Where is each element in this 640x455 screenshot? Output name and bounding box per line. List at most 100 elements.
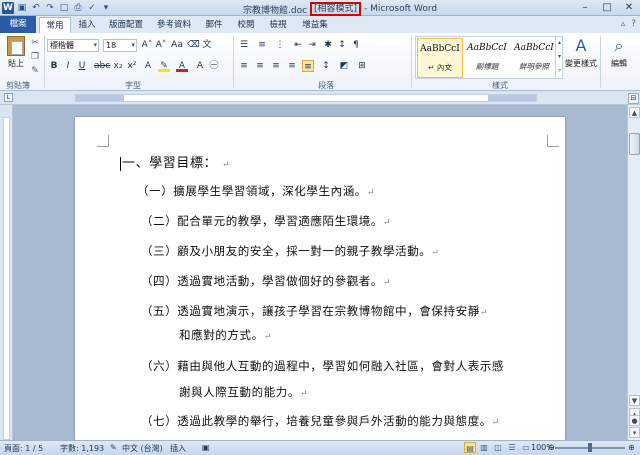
text-effects-icon[interactable]: A xyxy=(142,60,154,72)
word-count[interactable]: 字數: 1,193 xyxy=(60,443,104,454)
doc-line[interactable]: （五）透過實地演示，讓孩子學習在宗教博物館中，會保持安靜↵ xyxy=(141,303,488,319)
style-subtitle[interactable]: AaBbCcI 副標題 xyxy=(464,38,510,78)
page-count[interactable]: 頁面: 1 / 5 xyxy=(4,443,43,454)
tab-mailings[interactable]: 郵件 xyxy=(200,17,228,33)
editing-button[interactable]: ⌕ 編輯 xyxy=(604,36,634,69)
vertical-scrollbar[interactable]: ▲ ▼ ▴ ● ▾ xyxy=(627,105,640,440)
shading-icon[interactable]: ◩ xyxy=(338,60,350,72)
format-painter-icon[interactable]: ✎ xyxy=(29,66,41,77)
word-app-icon[interactable]: W xyxy=(2,2,14,14)
page[interactable]: 一、學習目標： ↵ （一）擴展學生學習領域，深化學生內涵。↵ （二）配合單元的教… xyxy=(75,117,565,440)
outline-view-icon[interactable]: ☰ xyxy=(506,442,518,453)
styles-scroll[interactable]: ▴ ▾ ▿ xyxy=(555,36,563,79)
zoom-slider-thumb[interactable] xyxy=(588,443,592,452)
zoom-out-icon[interactable]: ⊖ xyxy=(548,443,555,452)
insert-mode[interactable]: 插入 xyxy=(170,443,186,454)
zoom-in-icon[interactable]: ⊕ xyxy=(628,443,635,452)
borders-icon[interactable]: ⊞ xyxy=(356,60,368,72)
highlight-icon[interactable]: ✎ xyxy=(158,60,170,72)
save-icon[interactable]: ▣ xyxy=(16,2,28,14)
tab-references[interactable]: 參考資料 xyxy=(152,17,196,33)
scroll-thumb[interactable] xyxy=(629,133,640,155)
customize-qat-icon[interactable]: ▾ xyxy=(100,2,112,14)
doc-line-continuation[interactable]: 和應對的方式。↵ xyxy=(179,327,272,343)
increase-indent-icon[interactable]: ⇥ xyxy=(306,39,318,51)
numbering-icon[interactable]: ≡ xyxy=(256,39,268,51)
paste-button[interactable]: 貼上 xyxy=(5,36,27,74)
align-center-icon[interactable]: ≡ xyxy=(254,60,266,72)
copy-icon[interactable]: ❐ xyxy=(29,52,41,63)
grow-font-icon[interactable]: A˄ xyxy=(141,39,153,51)
minimize-ribbon-icon[interactable]: ▵ xyxy=(621,19,626,29)
web-layout-icon[interactable]: ◫ xyxy=(492,442,504,453)
print-layout-icon[interactable]: ▤ xyxy=(464,442,476,453)
superscript-icon[interactable]: x² xyxy=(126,60,138,72)
view-ruler-toggle[interactable]: ⊟ xyxy=(628,93,639,104)
decrease-indent-icon[interactable]: ⇤ xyxy=(292,39,304,51)
show-formatting-icon[interactable]: ¶ xyxy=(350,39,362,51)
doc-line[interactable]: （二）配合單元的教學，學習適應陌生環境。↵ xyxy=(141,213,391,229)
browse-object-icon[interactable]: ● xyxy=(629,415,640,426)
font-name-select[interactable]: 標楷體 ▾ xyxy=(47,39,99,52)
help-icon[interactable]: ? xyxy=(631,19,636,29)
redo-icon[interactable]: ↷ xyxy=(44,2,56,14)
distributed-icon[interactable]: ≡ xyxy=(302,60,314,72)
undo-icon[interactable]: ↶ xyxy=(30,2,42,14)
print-preview-icon[interactable]: ⎙ xyxy=(72,2,84,14)
align-right-icon[interactable]: ≡ xyxy=(270,60,282,72)
align-left-icon[interactable]: ≡ xyxy=(238,60,250,72)
scroll-down-icon[interactable]: ▼ xyxy=(629,395,640,406)
tab-file[interactable]: 檔案 xyxy=(0,16,36,33)
spell-check-icon[interactable]: ✓ xyxy=(86,2,98,14)
full-screen-reading-icon[interactable]: ▥ xyxy=(478,442,490,453)
doc-line[interactable]: （三）顧及小朋友的安全，採一對一的親子教學活動。↵ xyxy=(141,243,440,259)
doc-line[interactable]: （一）擴展學生學習領域，深化學生內涵。↵ xyxy=(137,183,375,199)
macro-record-icon[interactable]: ▣ xyxy=(202,443,210,452)
style-intense-reference[interactable]: AaBbCcI 鮮明參照 xyxy=(511,38,557,78)
line-spacing-icon[interactable]: ↕ xyxy=(320,60,332,72)
bullets-icon[interactable]: ☰ xyxy=(238,39,250,51)
italic-icon[interactable]: I xyxy=(62,60,74,72)
tab-addins[interactable]: 增益集 xyxy=(296,17,334,33)
change-case-icon[interactable]: Aa xyxy=(171,39,183,51)
zoom-slider[interactable] xyxy=(555,443,625,452)
clear-formatting-icon[interactable]: ⌫ xyxy=(187,39,200,51)
change-styles-button[interactable]: A 變更樣式 xyxy=(564,36,598,69)
tab-review[interactable]: 校閱 xyxy=(232,17,260,33)
scroll-up-icon[interactable]: ▲ xyxy=(629,107,640,118)
maximize-button[interactable]: □ xyxy=(596,0,618,15)
cut-icon[interactable]: ✂ xyxy=(29,38,41,49)
tab-view[interactable]: 檢視 xyxy=(264,17,292,33)
subscript-icon[interactable]: x₂ xyxy=(112,60,124,72)
character-shading-icon[interactable]: A xyxy=(194,60,206,72)
underline-icon[interactable]: U xyxy=(76,60,88,72)
tab-page-layout[interactable]: 版面配置 xyxy=(104,17,148,33)
doc-line-continuation[interactable]: 謝與人際互動的能力。↵ xyxy=(179,384,308,400)
font-size-select[interactable]: 18 ▾ xyxy=(103,39,137,52)
close-button[interactable]: ✕ xyxy=(618,0,640,15)
doc-heading[interactable]: 一、學習目標： ↵ xyxy=(120,152,230,171)
justify-icon[interactable]: ≡ xyxy=(286,60,298,72)
chinese-layout-icon[interactable]: ✱ xyxy=(322,39,334,51)
minimize-button[interactable]: – xyxy=(574,0,596,15)
next-page-icon[interactable]: ▾ xyxy=(629,427,640,438)
tab-insert[interactable]: 插入 xyxy=(73,17,101,33)
document-area[interactable]: 一、學習目標： ↵ （一）擴展學生學習領域，深化學生內涵。↵ （二）配合單元的教… xyxy=(13,105,627,440)
doc-line[interactable]: （六）藉由與他人互動的過程中，學習如何融入社區，會對人表示感 xyxy=(141,358,504,374)
sort-icon[interactable]: ↕ xyxy=(336,39,348,51)
multilevel-list-icon[interactable]: ⋮ xyxy=(274,39,286,51)
new-document-icon[interactable]: □ xyxy=(58,2,70,14)
font-color-icon[interactable]: A xyxy=(176,60,188,72)
strikethrough-icon[interactable]: abc xyxy=(94,60,110,72)
doc-line[interactable]: （七）透過此教學的舉行，培養兒童參與戶外活動的能力與態度。↵ xyxy=(141,413,500,429)
phonetic-guide-icon[interactable]: 文 xyxy=(201,39,213,51)
ruler-track[interactable] xyxy=(75,94,537,102)
enclose-characters-icon[interactable]: ㊀ xyxy=(208,60,220,72)
style-normal[interactable]: AaBbCcI ↵ 內文 xyxy=(417,38,463,78)
doc-line[interactable]: （四）透過實地活動，學習做個好的參觀者。↵ xyxy=(141,273,391,289)
tab-home[interactable]: 常用 xyxy=(39,17,71,33)
tab-selector[interactable]: L xyxy=(4,93,13,102)
shrink-font-icon[interactable]: A˅ xyxy=(155,39,167,51)
language-indicator[interactable]: 中文 (台灣) xyxy=(122,443,163,454)
spelling-status-icon[interactable]: ✎ xyxy=(110,443,117,452)
